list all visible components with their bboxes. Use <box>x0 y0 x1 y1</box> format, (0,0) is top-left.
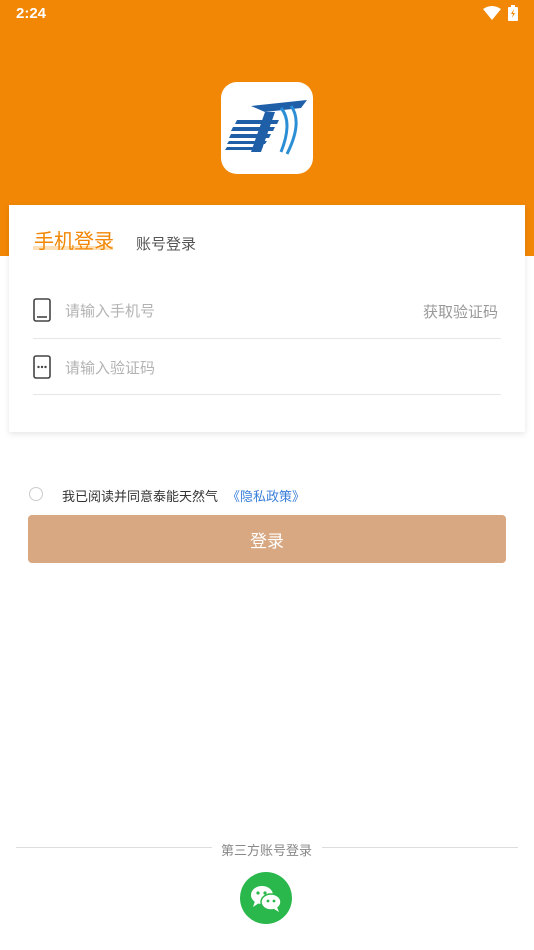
tab-account-login[interactable]: 账号登录 <box>136 233 196 254</box>
verification-code-input[interactable] <box>65 357 345 379</box>
agreement-text: 我已阅读并同意泰能天然气 <box>62 490 219 505</box>
wechat-icon <box>251 886 282 912</box>
divider <box>33 338 501 339</box>
phone-input[interactable] <box>65 300 345 322</box>
tab-phone-login[interactable]: 手机登录 <box>34 225 114 254</box>
divider <box>33 394 501 395</box>
third-party-login-label: 第三方账号登录 <box>221 844 313 859</box>
divider <box>16 847 212 848</box>
wechat-login-button[interactable] <box>240 872 292 924</box>
status-time: 2:24 <box>16 5 47 22</box>
login-button[interactable]: 登录 <box>28 515 506 563</box>
status-bar: 2:24 <box>0 0 534 28</box>
phone-icon <box>33 298 51 322</box>
battery-charging-icon <box>508 5 518 21</box>
wifi-icon <box>483 6 501 20</box>
agreement-checkbox[interactable] <box>29 487 43 501</box>
divider <box>322 847 518 848</box>
privacy-policy-link[interactable]: 《隐私政策》 <box>227 486 305 505</box>
verification-code-icon <box>33 355 51 379</box>
app-logo <box>221 82 313 174</box>
get-code-button[interactable]: 获取验证码 <box>423 301 498 322</box>
